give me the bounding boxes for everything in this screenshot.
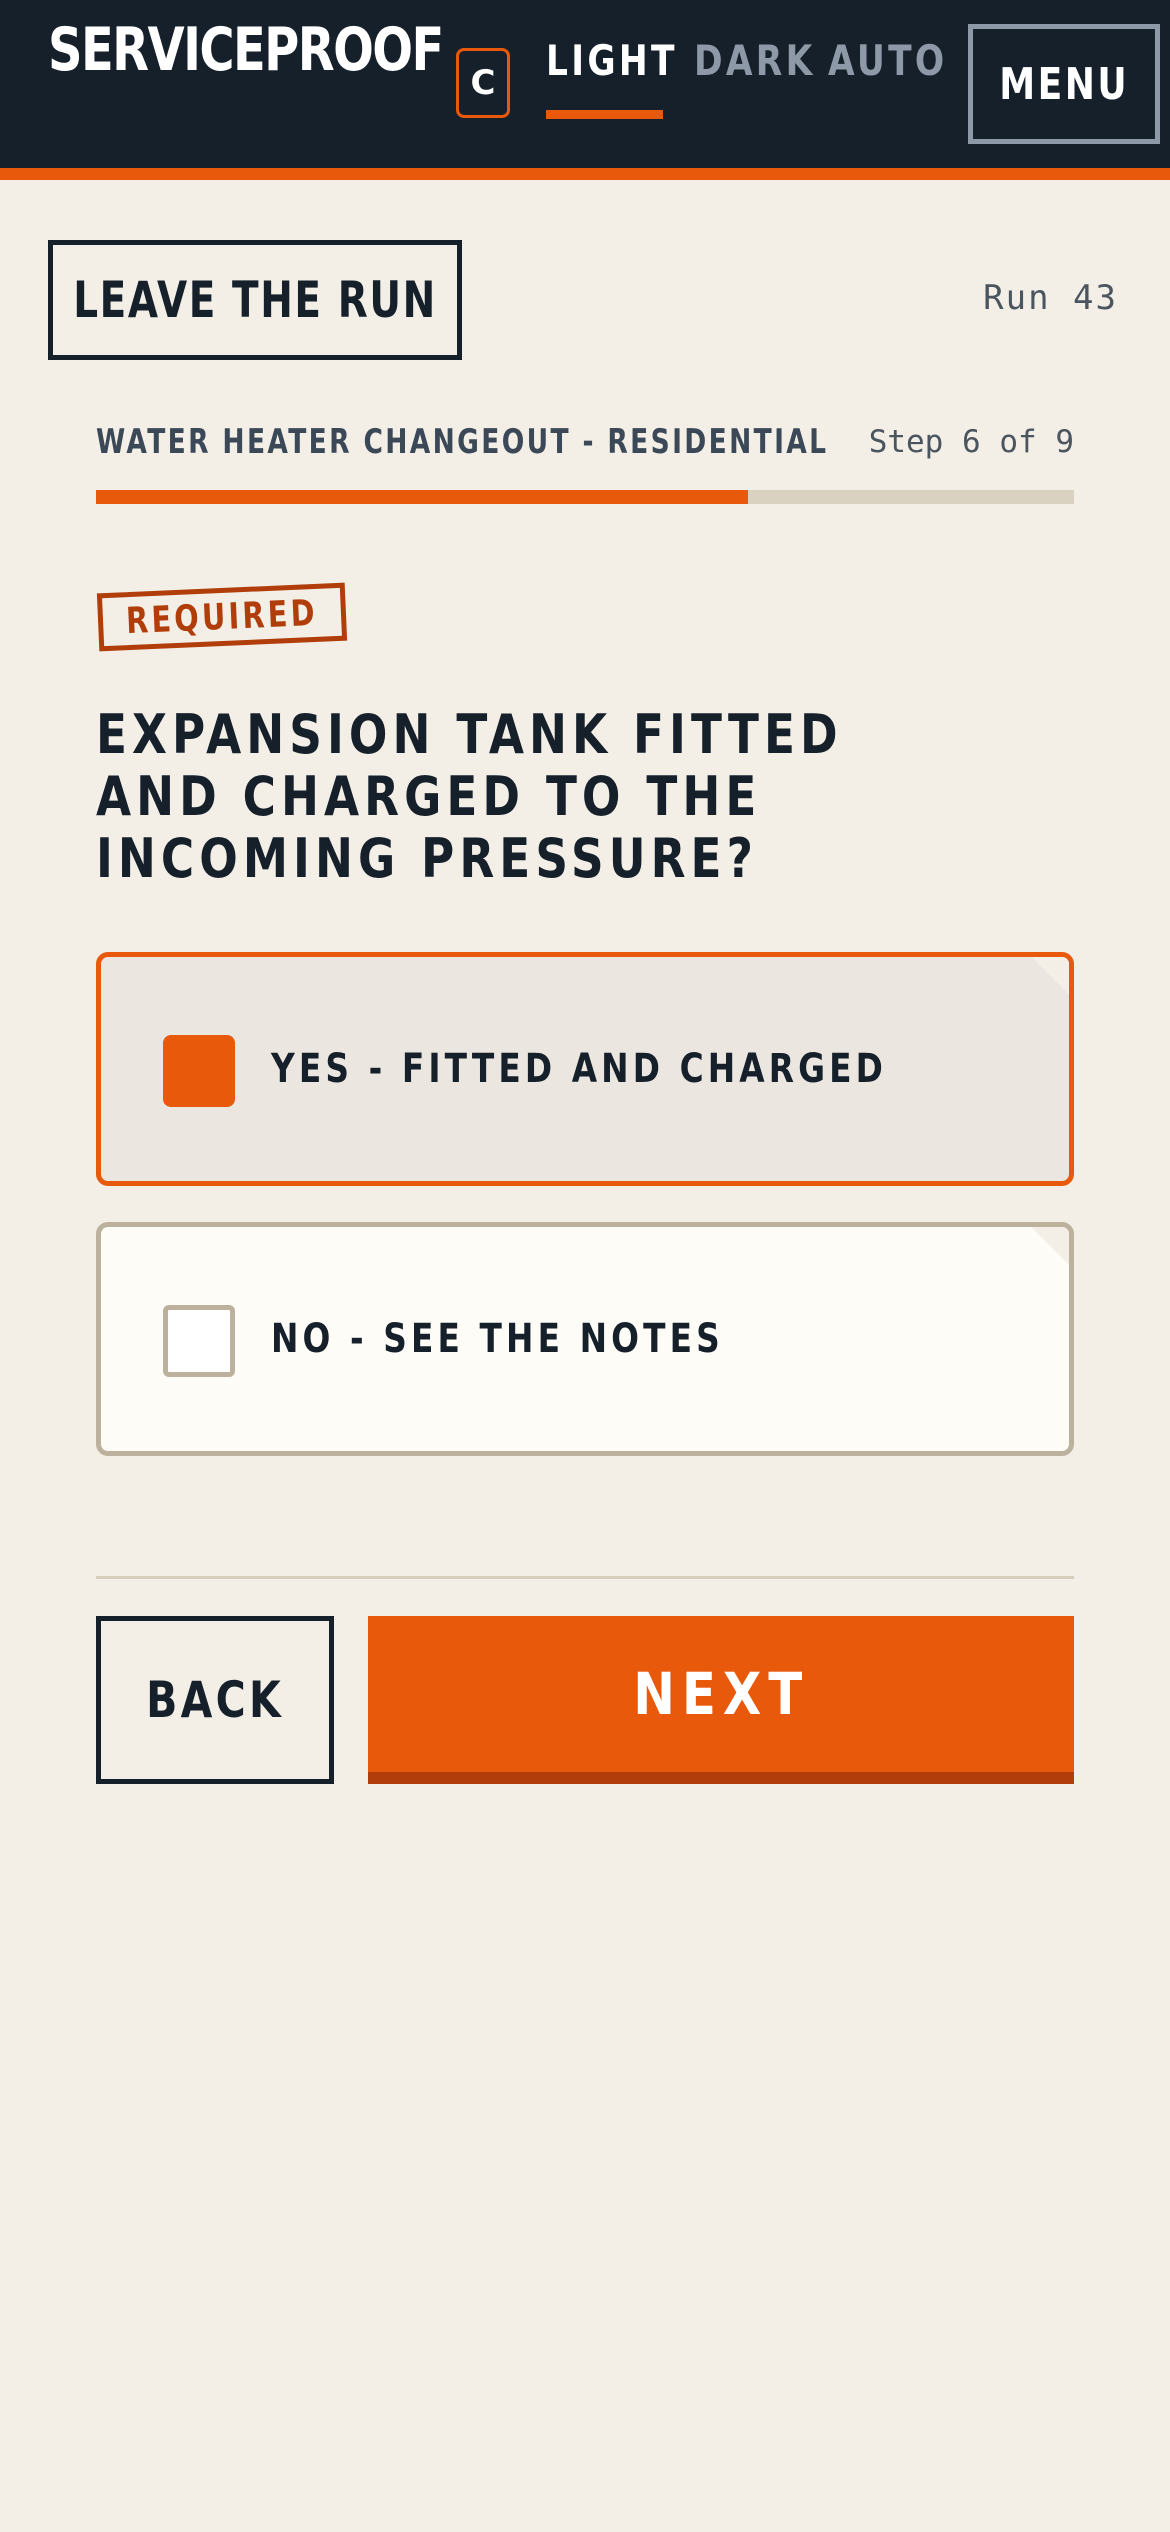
back-button-label: BACK bbox=[146, 1671, 284, 1729]
progress-bar bbox=[96, 490, 1074, 504]
next-button[interactable]: NEXT bbox=[368, 1616, 1074, 1784]
option-label: NO - SEE THE NOTES bbox=[271, 1227, 823, 1451]
checkbox-icon[interactable] bbox=[163, 1305, 235, 1377]
brand-name: SERVICEPROOF bbox=[48, 15, 444, 85]
card-corner-fold bbox=[1029, 1227, 1069, 1267]
question-title: EXPANSION TANK FITTED AND CHARGED TO THE… bbox=[96, 704, 856, 890]
leave-run-label: LEAVE THE RUN bbox=[73, 271, 437, 329]
question-line: INCOMING PRESSURE? bbox=[96, 827, 758, 890]
tab-theme-dark-label: DARK bbox=[694, 35, 816, 85]
question-line: EXPANSION TANK FITTED bbox=[96, 703, 843, 766]
leave-run-button[interactable]: LEAVE THE RUN bbox=[48, 240, 462, 360]
question-line: AND CHARGED TO THE bbox=[96, 765, 762, 828]
step-counter: Step 6 of 9 bbox=[868, 424, 1074, 460]
card-corner-fold bbox=[1029, 957, 1069, 997]
header-accent-rule bbox=[0, 168, 1170, 180]
option-yes-card[interactable]: YES - FITTED AND CHARGED bbox=[96, 952, 1074, 1186]
tab-theme-auto-label: AUTO bbox=[828, 35, 948, 85]
tab-theme-dark[interactable]: DARK bbox=[694, 28, 842, 92]
tab-theme-light[interactable]: LIGHT bbox=[546, 28, 707, 92]
tab-theme-light-label: LIGHT bbox=[546, 35, 678, 85]
active-tab-indicator bbox=[546, 110, 663, 119]
option-label: YES - FITTED AND CHARGED bbox=[271, 957, 1022, 1181]
app-header: SERVICEPROOF C LIGHT DARK AUTO MENU bbox=[0, 0, 1170, 168]
option-no-card[interactable]: NO - SEE THE NOTES bbox=[96, 1222, 1074, 1456]
divider bbox=[96, 1576, 1074, 1579]
job-title-text: WATER HEATER CHANGEOUT - RESIDENTIAL bbox=[96, 422, 829, 462]
checkbox-icon[interactable] bbox=[163, 1035, 235, 1107]
menu-button-label: MENU bbox=[999, 58, 1129, 110]
required-badge-label: REQUIRED bbox=[125, 592, 319, 642]
next-button-label: NEXT bbox=[633, 1660, 809, 1728]
contrast-badge[interactable]: C bbox=[456, 48, 510, 118]
option-yes-label: YES - FITTED AND CHARGED bbox=[271, 1046, 887, 1092]
menu-button[interactable]: MENU bbox=[968, 24, 1160, 144]
run-number: Run 43 bbox=[983, 278, 1118, 318]
back-button[interactable]: BACK bbox=[96, 1616, 334, 1784]
tab-theme-auto[interactable]: AUTO bbox=[828, 28, 974, 92]
required-badge: REQUIRED bbox=[96, 582, 348, 652]
option-no-label: NO - SEE THE NOTES bbox=[271, 1316, 724, 1362]
progress-bar-fill bbox=[96, 490, 749, 504]
